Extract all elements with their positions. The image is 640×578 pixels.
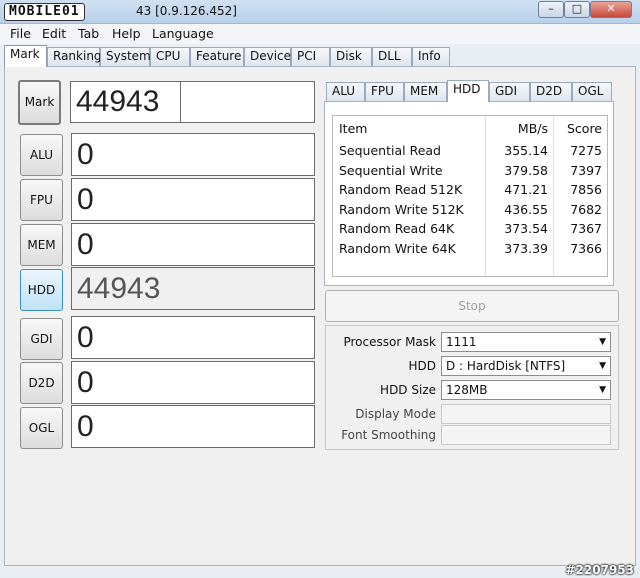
hdd-size-select[interactable]: 128MB ▼ <box>441 380 611 400</box>
tab-disk[interactable]: Disk <box>330 47 372 66</box>
row-item: Sequential Read <box>339 143 441 158</box>
row-item: Sequential Write <box>339 163 443 178</box>
tab-info[interactable]: Info <box>412 47 450 66</box>
gdi-button[interactable]: GDI <box>20 318 63 360</box>
hdd-drive-label: HDD <box>408 359 436 373</box>
tab-system[interactable]: System <box>100 47 151 66</box>
mem-button[interactable]: MEM <box>20 224 63 266</box>
mem-score: 0 <box>71 223 315 266</box>
menu-help[interactable]: Help <box>112 26 141 41</box>
menu-bar: File Edit Tab Help Language <box>0 24 640 44</box>
row-score: 7367 <box>570 221 602 236</box>
menu-tab[interactable]: Tab <box>78 26 99 41</box>
maximize-button[interactable]: □ <box>564 1 590 18</box>
menu-file[interactable]: File <box>10 26 31 41</box>
menu-edit[interactable]: Edit <box>42 26 66 41</box>
stop-button[interactable]: Stop <box>325 290 619 322</box>
watermark: #2207953 <box>565 563 634 577</box>
column-header-item[interactable]: Item <box>339 121 367 136</box>
bench-tab-mem[interactable]: MEM <box>404 82 447 101</box>
chevron-down-icon: ▼ <box>599 337 606 347</box>
row-mbs: 373.54 <box>504 221 548 236</box>
top-tab-strip: Mark Ranking System CPU Feature Device P… <box>0 45 640 67</box>
column-header-score[interactable]: Score <box>554 121 602 136</box>
fpu-button[interactable]: FPU <box>20 179 63 221</box>
hdd-size-label: HDD Size <box>380 383 436 397</box>
processor-mask-label: Processor Mask <box>343 335 436 349</box>
tab-device[interactable]: Device <box>244 47 291 66</box>
row-mbs: 355.14 <box>504 143 548 158</box>
chevron-down-icon: ▼ <box>599 385 606 395</box>
font-smoothing-label: Font Smoothing <box>341 428 436 442</box>
window-title: 43 [0.9.126.452] <box>136 4 237 18</box>
tab-dll[interactable]: DLL <box>372 47 412 66</box>
hdd-score: 44943 <box>71 267 315 310</box>
row-score: 7275 <box>570 143 602 158</box>
column-header-mbs[interactable]: MB/s <box>486 121 548 136</box>
row-mbs: 373.39 <box>504 241 548 256</box>
tab-feature[interactable]: Feature <box>190 47 244 66</box>
mobile01-logo: MOBILE01 <box>4 3 85 21</box>
row-mbs: 471.21 <box>504 182 548 197</box>
row-score: 7397 <box>570 163 602 178</box>
row-item: Random Read 64K <box>339 221 455 236</box>
mark-button[interactable]: Mark <box>18 80 61 125</box>
ogl-score: 0 <box>71 405 315 448</box>
hdd-drive-value: D : HardDisk [NTFS] <box>446 359 566 373</box>
display-mode-select <box>441 404 611 424</box>
display-mode-label: Display Mode <box>355 407 436 421</box>
row-score: 7682 <box>570 202 602 217</box>
row-mbs: 436.55 <box>504 202 548 217</box>
d2d-score: 0 <box>71 361 315 404</box>
row-score: 7856 <box>570 182 602 197</box>
fpu-score: 0 <box>71 178 315 221</box>
font-smoothing-select <box>441 425 611 445</box>
tab-cpu[interactable]: CPU <box>150 47 190 66</box>
bench-tab-fpu[interactable]: FPU <box>365 82 404 101</box>
tab-ranking[interactable]: Ranking <box>47 47 102 66</box>
bench-tab-alu[interactable]: ALU <box>326 82 365 101</box>
row-item: Random Read 512K <box>339 182 463 197</box>
row-item: Random Write 512K <box>339 202 464 217</box>
row-score: 7366 <box>570 241 602 256</box>
processor-mask-value: 1111 <box>446 335 477 349</box>
bench-tab-hdd[interactable]: HDD <box>447 80 489 102</box>
alu-button[interactable]: ALU <box>20 134 63 176</box>
tab-mark[interactable]: Mark <box>4 45 47 67</box>
chevron-down-icon: ▼ <box>599 361 606 371</box>
gdi-score: 0 <box>71 316 315 359</box>
row-item: Random Write 64K <box>339 241 456 256</box>
tab-pci[interactable]: PCI <box>291 47 330 66</box>
close-button[interactable]: ✕ <box>590 1 632 18</box>
mark-score-divider <box>180 82 181 122</box>
bench-tab-ogl[interactable]: OGL <box>572 82 612 101</box>
hdd-drive-select[interactable]: D : HardDisk [NTFS] ▼ <box>441 356 611 376</box>
alu-score: 0 <box>71 133 315 176</box>
menu-language[interactable]: Language <box>152 26 214 41</box>
title-bar: MOBILE01 43 [0.9.126.452] – □ ✕ <box>0 0 640 24</box>
hdd-button[interactable]: HDD <box>20 269 63 311</box>
hdd-size-value: 128MB <box>446 383 488 397</box>
row-mbs: 379.58 <box>504 163 548 178</box>
minimize-button[interactable]: – <box>538 1 564 18</box>
bench-tab-d2d[interactable]: D2D <box>530 82 572 101</box>
d2d-button[interactable]: D2D <box>20 362 63 404</box>
bench-tab-gdi[interactable]: GDI <box>489 82 530 101</box>
ogl-button[interactable]: OGL <box>20 407 63 449</box>
processor-mask-select[interactable]: 1111 ▼ <box>441 332 611 352</box>
mark-score: 44943 <box>70 81 315 123</box>
